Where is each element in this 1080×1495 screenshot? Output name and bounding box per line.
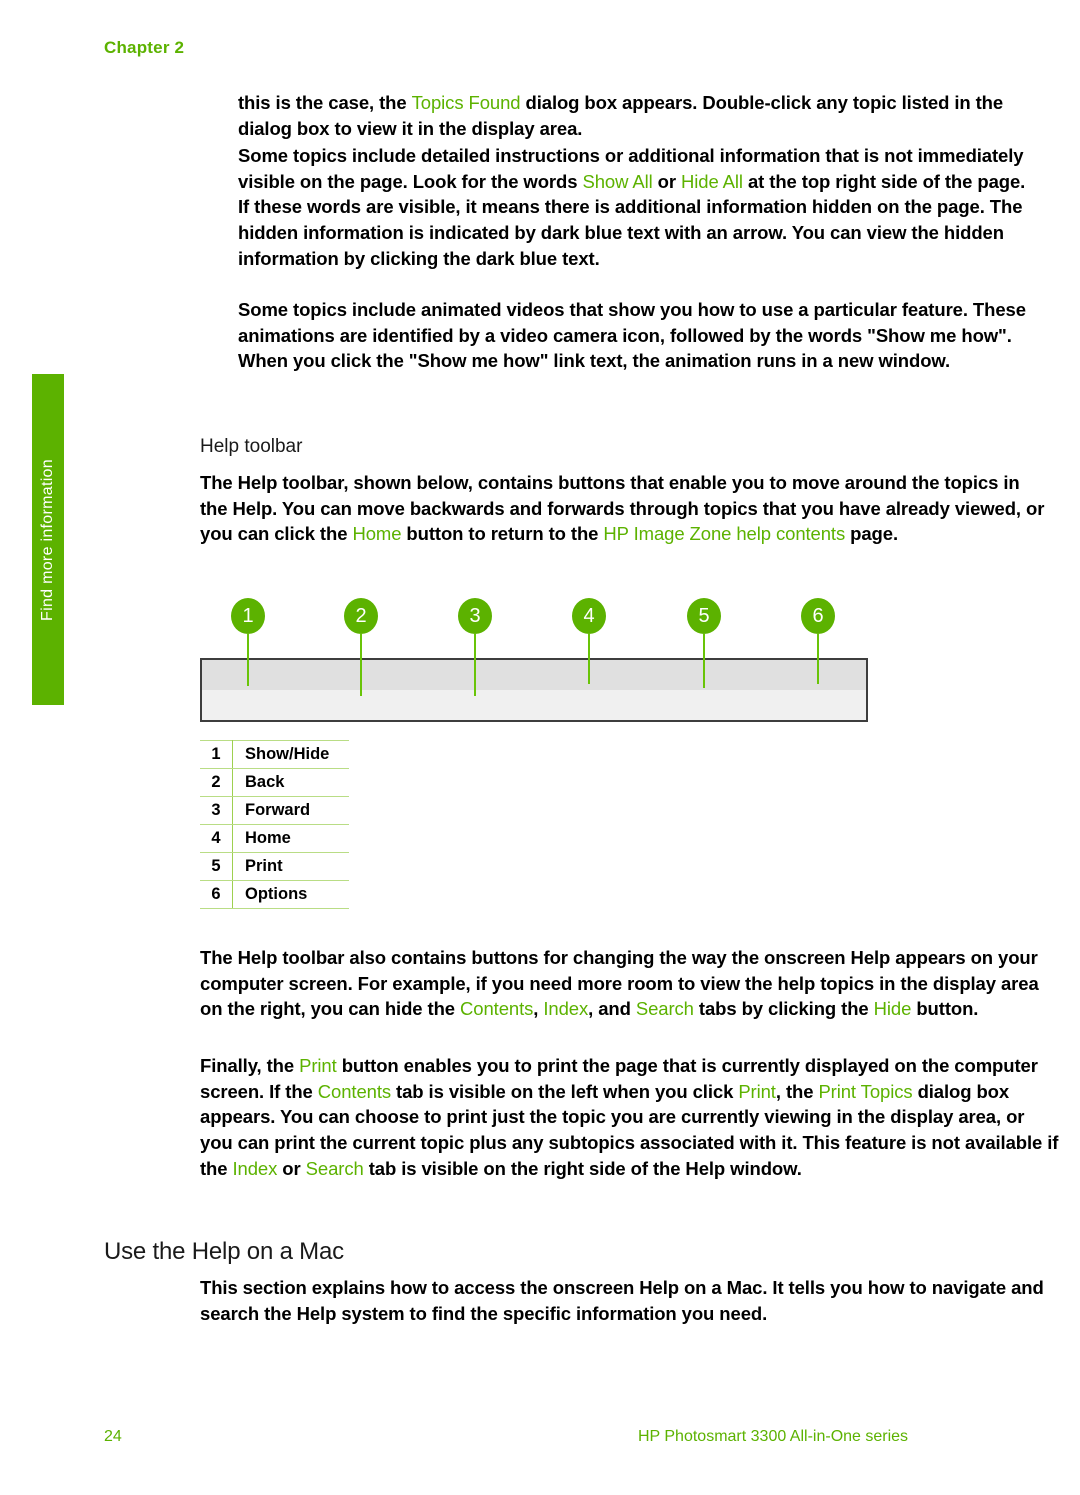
callout-marker-3: 3 <box>458 598 492 634</box>
callout-marker-4: 4 <box>572 598 606 634</box>
link-hide-all[interactable]: Hide All <box>681 171 743 192</box>
callout-marker-1: 1 <box>231 598 265 634</box>
link-show-all[interactable]: Show All <box>582 171 652 192</box>
p2-seg2: or <box>652 170 682 192</box>
p6-seg3: tab is visible on the left when you clic… <box>391 1080 739 1102</box>
chapter-label: Chapter 2 <box>104 38 185 57</box>
legend-number: 5 <box>200 852 233 881</box>
legend-row: 4 Home <box>200 824 349 853</box>
p5-seg2: , <box>533 998 544 1020</box>
callout-marker-2: 2 <box>344 598 378 634</box>
link-contents-1[interactable]: Contents <box>460 998 533 1019</box>
help-toolbar-figure: 1 2 3 4 5 6 <box>200 598 880 726</box>
callout-leader-4 <box>588 634 590 684</box>
callout-leader-2 <box>360 634 362 696</box>
link-search-1[interactable]: Search <box>636 998 694 1019</box>
p6-seg1: Finally, the <box>200 1055 300 1076</box>
legend-row: 3 Forward <box>200 796 349 825</box>
legend-number: 6 <box>200 880 233 909</box>
p1-seg1: this is the case, the <box>238 92 412 113</box>
p6-seg6: or <box>277 1157 306 1179</box>
legend-label: Back <box>232 768 349 797</box>
paragraph-animated-videos: Some topics include animated videos that… <box>238 299 1026 372</box>
legend-row: 5 Print <box>200 852 349 881</box>
legend-label: Show/Hide <box>232 740 349 769</box>
paragraph-mac-intro: This section explains how to access the … <box>200 1277 1044 1324</box>
legend-body: 1 Show/Hide 2 Back 3 Forward 4 Home 5 Print 6 Optio… <box>200 740 349 909</box>
legend-number: 2 <box>200 768 233 797</box>
p6-seg7: tab is visible on the right side of the … <box>363 1157 802 1179</box>
callout-leader-5 <box>703 634 705 688</box>
section-heading-use-help-mac: Use the Help on a Mac <box>104 1238 344 1265</box>
legend-label: Options <box>232 880 349 909</box>
paragraph-topics-found: this is the case, the Topics Found dialo… <box>238 90 1028 141</box>
side-tab-label: Find more information <box>39 458 56 621</box>
link-index-1[interactable]: Index <box>543 998 588 1019</box>
callout-leader-3 <box>474 634 476 696</box>
subheading-help-toolbar: Help toolbar <box>200 436 303 457</box>
p6-seg4: , the <box>775 1080 819 1102</box>
link-home[interactable]: Home <box>352 523 401 544</box>
link-print-topics[interactable]: Print Topics <box>818 1081 912 1102</box>
link-hp-image-zone-help-contents[interactable]: HP Image Zone help contents <box>603 523 845 544</box>
callout-marker-5: 5 <box>687 598 721 634</box>
legend-label: Print <box>232 852 349 881</box>
callout-marker-6: 6 <box>801 598 835 634</box>
p5-seg3: , and <box>588 998 636 1020</box>
link-print-1[interactable]: Print <box>299 1055 337 1076</box>
paragraph-help-toolbar-intro: The Help toolbar, shown below, contains … <box>200 470 1045 547</box>
link-topics-found[interactable]: Topics Found <box>412 92 521 113</box>
legend-label: Forward <box>232 796 349 825</box>
callout-leader-1 <box>247 634 249 686</box>
legend-number: 3 <box>200 796 233 825</box>
link-search-2[interactable]: Search <box>306 1158 364 1179</box>
paragraph-hide-tabs: The Help toolbar also contains buttons f… <box>200 945 1055 1022</box>
legend-label: Home <box>232 824 349 853</box>
legend-row: 1 Show/Hide <box>200 740 349 769</box>
link-index-2[interactable]: Index <box>233 1158 278 1179</box>
p5-seg4: tabs by clicking the <box>693 998 874 1020</box>
link-hide[interactable]: Hide <box>874 998 912 1019</box>
link-print-2[interactable]: Print <box>738 1081 776 1102</box>
help-toolbar-image <box>200 658 868 722</box>
legend-number: 1 <box>200 740 233 769</box>
figure-legend-table: 1 Show/Hide 2 Back 3 Forward 4 Home 5 Print 6 Optio… <box>200 740 349 909</box>
paragraph-print-button: Finally, the Print button enables you to… <box>200 1053 1060 1182</box>
footer-page-number: 24 <box>104 1428 122 1445</box>
footer-product-name: HP Photosmart 3300 All-in-One series <box>638 1428 909 1445</box>
legend-row: 6 Options <box>200 880 349 909</box>
p5-seg5: button. <box>911 998 979 1020</box>
legend-number: 4 <box>200 824 233 853</box>
side-tab-find-more-information: Find more information <box>32 374 64 705</box>
link-contents-2[interactable]: Contents <box>318 1081 391 1102</box>
toolbar-upper-band <box>202 660 866 690</box>
legend-row: 2 Back <box>200 768 349 797</box>
p4-seg3: page. <box>845 523 898 545</box>
callout-leader-6 <box>817 634 819 684</box>
p4-seg2: button to return to the <box>401 523 604 545</box>
paragraph-show-hide-all: Some topics include detailed instruction… <box>238 143 1028 272</box>
